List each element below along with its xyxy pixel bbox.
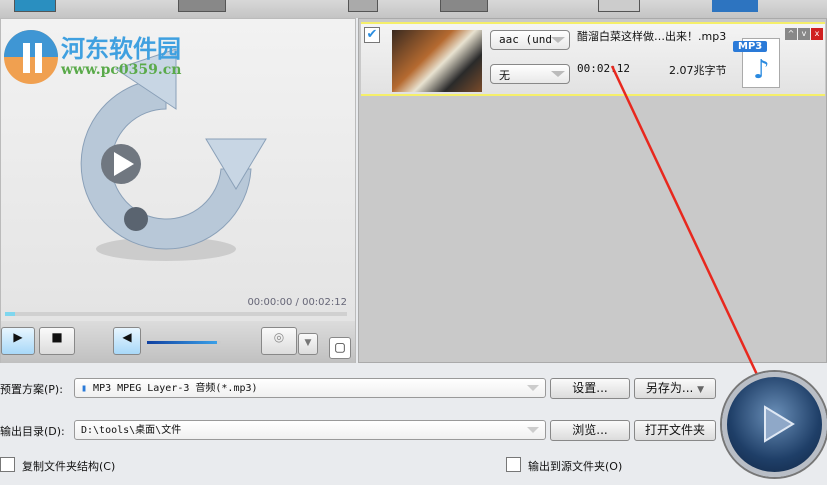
save-as-label: 另存为... <box>645 381 694 395</box>
preset-select[interactable]: ▮ MP3 MPEG Layer-3 音频(*.mp3) <box>74 378 546 398</box>
browse-button[interactable]: 浏览... <box>550 420 630 441</box>
convert-start-button[interactable] <box>722 372 827 477</box>
output-dir-select[interactable]: D:\tools\桌面\文件 <box>74 420 546 440</box>
play-icon <box>764 405 795 443</box>
copy-structure-checkbox[interactable] <box>0 457 15 472</box>
open-folder-button[interactable]: 打开文件夹 <box>634 420 716 441</box>
output-to-source-label: 输出到源文件夹(O) <box>528 460 623 473</box>
preset-value: MP3 MPEG Layer-3 音频(*.mp3) <box>93 383 258 394</box>
copy-structure-label: 复制文件夹结构(C) <box>22 460 116 473</box>
preset-label: 预置方案(P): <box>0 383 63 396</box>
output-dir-value: D:\tools\桌面\文件 <box>81 425 182 436</box>
settings-button[interactable]: 设置... <box>550 378 630 399</box>
output-to-source-checkbox[interactable] <box>506 457 521 472</box>
red-arrow-annotation <box>610 65 778 416</box>
output-label: 输出目录(D): <box>0 425 65 438</box>
save-as-button[interactable]: 另存为... ▼ <box>634 378 716 399</box>
